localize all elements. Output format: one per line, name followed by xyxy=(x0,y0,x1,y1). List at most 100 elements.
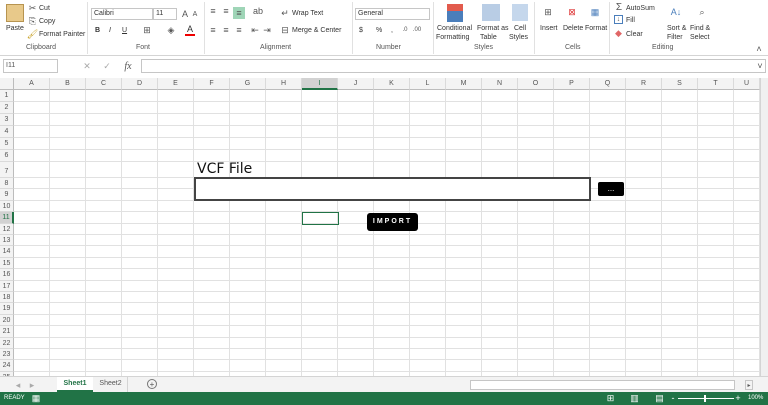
increase-indent-icon[interactable]: ⇥ xyxy=(262,25,272,35)
font-name-select[interactable]: Calibri xyxy=(91,8,153,20)
zoom-in-icon[interactable]: + xyxy=(735,393,741,403)
row-header-21[interactable]: 21 xyxy=(0,326,14,338)
column-header-P[interactable]: P xyxy=(554,78,590,90)
sort-filter-button[interactable]: Sort & xyxy=(667,25,686,32)
sheet-tab-sheet2[interactable]: Sheet2 xyxy=(94,377,128,392)
row-header-12[interactable]: 12 xyxy=(0,223,14,235)
scroll-right-icon[interactable]: ▸ xyxy=(28,380,36,390)
middle-align-icon[interactable]: ≡ xyxy=(221,6,231,16)
sort-filter-label[interactable]: Filter xyxy=(667,34,683,41)
column-header-H[interactable]: H xyxy=(266,78,302,90)
find-select-label[interactable]: Select xyxy=(690,34,709,41)
conditional-formatting-label[interactable]: Formatting xyxy=(436,34,469,41)
column-header-F[interactable]: F xyxy=(194,78,230,90)
copy-button[interactable]: Copy xyxy=(39,18,55,25)
format-as-table-button[interactable]: Format as xyxy=(477,25,509,32)
fill-button[interactable]: Fill xyxy=(626,17,635,24)
find-select-button[interactable]: Find & xyxy=(690,25,710,32)
underline-button[interactable]: U xyxy=(122,27,127,34)
column-header-J[interactable]: J xyxy=(338,78,374,90)
borders-icon[interactable]: ⊞ xyxy=(142,25,152,36)
format-button[interactable]: Format xyxy=(585,25,607,32)
bold-button[interactable]: B xyxy=(95,27,100,34)
expand-formula-bar-icon[interactable]: ˅ xyxy=(756,61,764,71)
delete-button[interactable]: Delete xyxy=(563,25,583,32)
zoom-out-icon[interactable]: - xyxy=(670,393,676,403)
enter-icon[interactable]: ✓ xyxy=(100,60,114,72)
autosum-button[interactable]: AutoSum xyxy=(626,5,655,12)
vertical-scrollbar[interactable] xyxy=(760,78,768,376)
insert-button[interactable]: Insert xyxy=(540,25,558,32)
row-header-23[interactable]: 23 xyxy=(0,349,14,361)
row-header-13[interactable]: 13 xyxy=(0,235,14,247)
increase-decimal-icon[interactable]: .0 xyxy=(400,25,410,35)
column-header-Q[interactable]: Q xyxy=(590,78,626,90)
formula-input[interactable] xyxy=(141,59,766,73)
decrease-decimal-icon[interactable]: .00 xyxy=(412,25,422,35)
paste-button[interactable]: Paste xyxy=(6,25,24,32)
cancel-icon[interactable]: ✕ xyxy=(80,60,94,72)
wrap-text-button[interactable]: Wrap Text xyxy=(292,10,323,17)
row-header-5[interactable]: 5 xyxy=(0,138,14,150)
column-header-U[interactable]: U xyxy=(734,78,760,90)
row-header-20[interactable]: 20 xyxy=(0,314,14,327)
name-box[interactable]: I11 xyxy=(3,59,58,73)
bottom-align-icon[interactable]: ≡ xyxy=(233,7,245,19)
horizontal-scrollbar[interactable] xyxy=(470,380,735,390)
column-header-M[interactable]: M xyxy=(446,78,482,90)
column-header-D[interactable]: D xyxy=(122,78,158,90)
clear-button[interactable]: Clear xyxy=(626,31,643,38)
row-header-16[interactable]: 16 xyxy=(0,269,14,281)
column-header-T[interactable]: T xyxy=(698,78,734,90)
column-header-N[interactable]: N xyxy=(482,78,518,90)
row-header-8[interactable]: 8 xyxy=(0,178,14,190)
percent-button[interactable]: % xyxy=(376,27,382,34)
row-header-7[interactable]: 7 xyxy=(0,162,14,178)
row-header-19[interactable]: 19 xyxy=(0,303,14,315)
row-header-22[interactable]: 22 xyxy=(0,337,14,349)
select-all-button[interactable] xyxy=(0,78,14,90)
row-header-9[interactable]: 9 xyxy=(0,189,14,201)
font-color-icon[interactable]: A xyxy=(185,24,195,36)
paste-icon[interactable] xyxy=(6,4,24,22)
top-align-icon[interactable]: ≡ xyxy=(208,6,218,16)
shrink-font-icon[interactable]: A xyxy=(191,8,199,20)
row-header-6[interactable]: 6 xyxy=(0,150,14,162)
page-layout-view-icon[interactable]: ▥ xyxy=(630,393,639,403)
zoom-slider[interactable] xyxy=(678,398,734,399)
collapse-ribbon-icon[interactable]: ˄ xyxy=(754,44,764,54)
column-header-O[interactable]: O xyxy=(518,78,554,90)
cut-button[interactable]: Cut xyxy=(39,5,50,12)
format-as-table-label[interactable]: Table xyxy=(480,34,497,41)
align-right-icon[interactable]: ≡ xyxy=(234,25,244,35)
decrease-indent-icon[interactable]: ⇤ xyxy=(250,25,260,35)
zoom-slider-thumb[interactable] xyxy=(704,395,706,402)
column-header-E[interactable]: E xyxy=(158,78,194,90)
add-sheet-icon[interactable]: + xyxy=(147,379,157,389)
row-header-15[interactable]: 15 xyxy=(0,257,14,270)
column-header-I[interactable]: I xyxy=(302,78,338,90)
column-header-R[interactable]: R xyxy=(626,78,662,90)
align-left-icon[interactable]: ≡ xyxy=(208,25,218,35)
column-header-S[interactable]: S xyxy=(662,78,698,90)
orientation-icon[interactable]: ab xyxy=(251,6,265,16)
row-header-4[interactable]: 4 xyxy=(0,126,14,138)
merge-center-button[interactable]: Merge & Center xyxy=(292,27,341,34)
sheet-tab-sheet1[interactable]: Sheet1 xyxy=(57,377,93,392)
row-header-3[interactable]: 3 xyxy=(0,114,14,126)
import-button[interactable]: IMPORT xyxy=(367,213,418,231)
row-header-24[interactable]: 24 xyxy=(0,360,14,372)
comma-button[interactable]: , xyxy=(391,27,393,34)
scroll-right-arrow-icon[interactable]: ▸ xyxy=(745,380,753,390)
row-header-2[interactable]: 2 xyxy=(0,102,14,114)
normal-view-icon[interactable]: ⊞ xyxy=(606,393,615,403)
page-break-view-icon[interactable]: ▤ xyxy=(655,393,664,403)
cell-styles-label[interactable]: Styles xyxy=(509,34,528,41)
vcf-path-textbox[interactable] xyxy=(194,177,591,201)
row-header-17[interactable]: 17 xyxy=(0,280,14,292)
align-center-icon[interactable]: ≡ xyxy=(221,25,231,35)
browse-button[interactable]: ... xyxy=(598,182,624,196)
column-header-A[interactable]: A xyxy=(14,78,50,90)
fill-color-icon[interactable]: ◈ xyxy=(166,25,176,36)
row-header-18[interactable]: 18 xyxy=(0,292,14,304)
